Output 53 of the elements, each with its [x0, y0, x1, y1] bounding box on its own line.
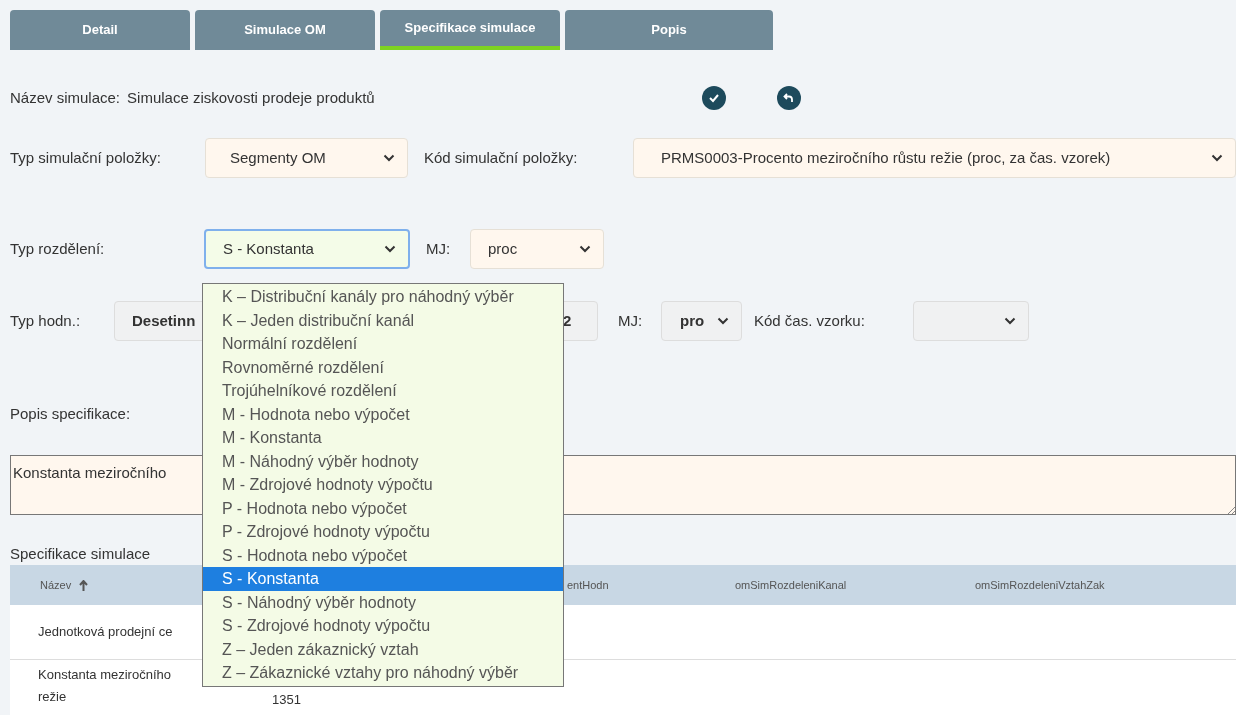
column-header[interactable]: entHodn: [567, 576, 609, 594]
tab[interactable]: Simulace OM: [195, 10, 375, 50]
dropdown-select[interactable]: proc: [470, 229, 604, 269]
tab[interactable]: Detail: [10, 10, 190, 50]
confirm-icon[interactable]: [702, 86, 727, 110]
caret-icon: [1004, 317, 1016, 325]
field-label: Název simulace:: [10, 87, 121, 108]
section-title: Specifikace simulace: [10, 544, 151, 564]
caret-icon: [717, 317, 729, 325]
caret-icon: [579, 245, 591, 253]
caret-icon: [383, 154, 395, 162]
table-cell-text: Jednotková prodejní ce: [38, 623, 173, 641]
tab[interactable]: Popis: [565, 10, 773, 50]
dropdown-option[interactable]: P - Zdrojové hodnoty výpočtu: [203, 520, 563, 544]
caret-icon: [384, 245, 396, 253]
field-label: MJ:: [426, 238, 452, 259]
dropdown-option[interactable]: M - Hodnota nebo výpočet: [203, 402, 563, 426]
dropdown-option[interactable]: S - Náhodný výběr hodnoty: [203, 590, 563, 614]
dropdown-select[interactable]: pro: [661, 301, 742, 341]
dropdown-option[interactable]: M - Konstanta: [203, 426, 563, 450]
dropdown-option[interactable]: S - Zdrojové hodnoty výpočtu: [203, 614, 563, 638]
dropdown-option[interactable]: Trojúhelníkové rozdělení: [203, 379, 563, 403]
dropdown-select[interactable]: Segmenty OM: [205, 138, 408, 178]
dropdown-select[interactable]: S - Konstanta: [204, 229, 410, 269]
column-header[interactable]: omSimRozdeleniKanal: [735, 576, 847, 594]
dropdown-option[interactable]: K – Jeden distribuční kanál: [203, 308, 563, 332]
dropdown-option[interactable]: M - Zdrojové hodnoty výpočtu: [203, 473, 563, 497]
dropdown-select[interactable]: PRMS0003-Procento meziročního růstu režie (proc, za čas. vzorek): [633, 138, 1236, 178]
sort-arrow-icon: [79, 579, 89, 591]
caret-icon: [1211, 154, 1223, 162]
column-header[interactable]: Název: [40, 576, 72, 594]
resize-grip-icon[interactable]: [1227, 506, 1235, 514]
dropdown-option[interactable]: K – Distribuční kanály pro náhodný výběr: [203, 285, 563, 309]
table-cell-text: 1351: [272, 691, 301, 709]
field-label: Typ rozdělení:: [10, 238, 106, 259]
table-cell-text: režie: [38, 688, 67, 706]
field-label: Popis specifikace:: [10, 404, 131, 424]
column-header[interactable]: omSimRozdeleniVztahZak: [975, 576, 1105, 594]
dropdown-option[interactable]: Rovnoměrné rozdělení: [203, 355, 563, 379]
dropdown-option[interactable]: Normální rozdělení: [203, 332, 563, 356]
dropdown-option[interactable]: Z – Zákaznické vztahy pro náhodný výběr: [203, 661, 563, 685]
dropdown-option[interactable]: S - Hodnota nebo výpočet: [203, 543, 563, 567]
field-label: MJ:: [618, 310, 644, 331]
dropdown-option[interactable]: S - Konstanta: [203, 567, 563, 591]
field-label: Kód čas. vzorku:: [754, 310, 866, 331]
undo-icon[interactable]: [777, 86, 802, 110]
dropdown-option[interactable]: Z – Jeden zákaznický vztah: [203, 637, 563, 661]
simulation-name: Simulace ziskovosti prodeje produktů: [127, 87, 376, 108]
field-label: Typ hodn.:: [10, 310, 82, 331]
tab[interactable]: Specifikace simulace: [380, 10, 560, 50]
field-label: Typ simulační položky:: [10, 147, 162, 168]
field-label: Kód simulační položky:: [424, 147, 579, 168]
table-cell-text: Konstanta meziročního: [38, 666, 171, 684]
